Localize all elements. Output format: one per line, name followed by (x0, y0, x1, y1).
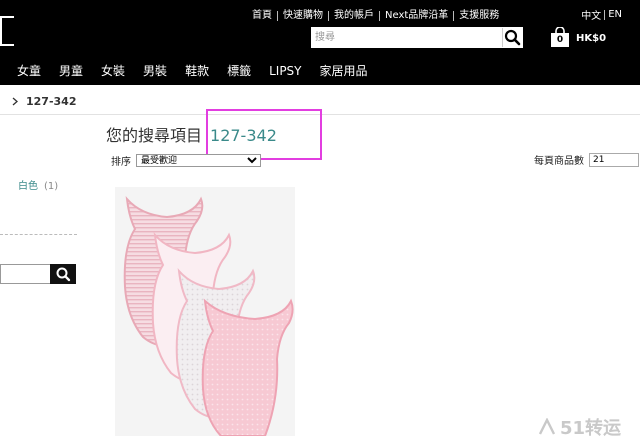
search-icon (504, 29, 521, 46)
cart-total: HK$0 (576, 33, 607, 44)
facet-count: (1) (44, 181, 59, 192)
logo-mark-icon[interactable] (0, 16, 14, 46)
divider (0, 234, 77, 235)
breadcrumb: 127-342 (12, 95, 77, 108)
main-nav: 女童 男童 女裝 男裝 鞋款 標籤 LIPSY 家居用品 (8, 61, 377, 81)
header-search (311, 27, 523, 48)
nav-shoes[interactable]: 鞋款 (176, 61, 218, 81)
top-link-home[interactable]: 首頁 (247, 10, 277, 22)
site-header: 首頁 快速購物 我的帳戶 Next品牌沿革 支援服務 中文 EN 0 HK$0 (0, 0, 640, 85)
sidebar-search-button[interactable] (50, 264, 76, 284)
per-page-label: 每頁商品數 (534, 156, 584, 167)
cart-count: 0 (556, 35, 564, 45)
per-page-control: 每頁商品數 (534, 152, 639, 167)
sort-control: 排序 最受歡迎 (111, 153, 261, 168)
bodysuit-product-icon (123, 195, 294, 436)
breadcrumb-current: 127-342 (26, 95, 77, 108)
top-link-support[interactable]: 支援服務 (454, 10, 504, 22)
shopping-cart[interactable]: 0 HK$0 (549, 24, 629, 50)
top-link-brand-history[interactable]: Next品牌沿革 (380, 10, 453, 22)
search-input[interactable] (311, 27, 501, 48)
watermark-logo-icon (538, 418, 556, 435)
sort-label: 排序 (111, 157, 131, 168)
search-icon (56, 267, 71, 282)
nav-men[interactable]: 男裝 (134, 61, 176, 81)
watermark-text: 51转运 (560, 418, 622, 439)
top-link-quick-shop[interactable]: 快速購物 (278, 10, 328, 22)
top-link-account[interactable]: 我的帳戶 (329, 10, 379, 22)
lang-zh-link[interactable]: 中文 (581, 7, 601, 22)
facet-label: 白色 (18, 181, 38, 192)
divider (604, 9, 606, 20)
language-switch: 中文 EN (581, 7, 622, 22)
nav-label[interactable]: 標籤 (218, 61, 260, 81)
sort-select[interactable]: 最受歡迎 (136, 154, 261, 167)
top-links: 首頁 快速購物 我的帳戶 Next品牌沿革 支援服務 (247, 9, 504, 23)
product-image[interactable] (115, 187, 295, 436)
sidebar-search-input[interactable] (0, 264, 50, 284)
search-button[interactable] (502, 28, 522, 47)
nav-lipsy[interactable]: LIPSY (260, 61, 310, 81)
watermark: 51转运 (538, 414, 621, 440)
nav-home[interactable]: 家居用品 (311, 61, 377, 81)
nav-women[interactable]: 女裝 (92, 61, 134, 81)
filter-color-white[interactable]: 白色 (1) (18, 177, 58, 192)
nav-boys[interactable]: 男童 (50, 61, 92, 81)
chevron-right-icon (12, 97, 18, 106)
sidebar-search (0, 264, 76, 284)
per-page-field[interactable] (589, 152, 639, 167)
result-title-prefix: 您的搜尋項目 (106, 126, 203, 145)
lang-en-link[interactable]: EN (608, 9, 622, 20)
nav-girls[interactable]: 女童 (8, 61, 50, 81)
